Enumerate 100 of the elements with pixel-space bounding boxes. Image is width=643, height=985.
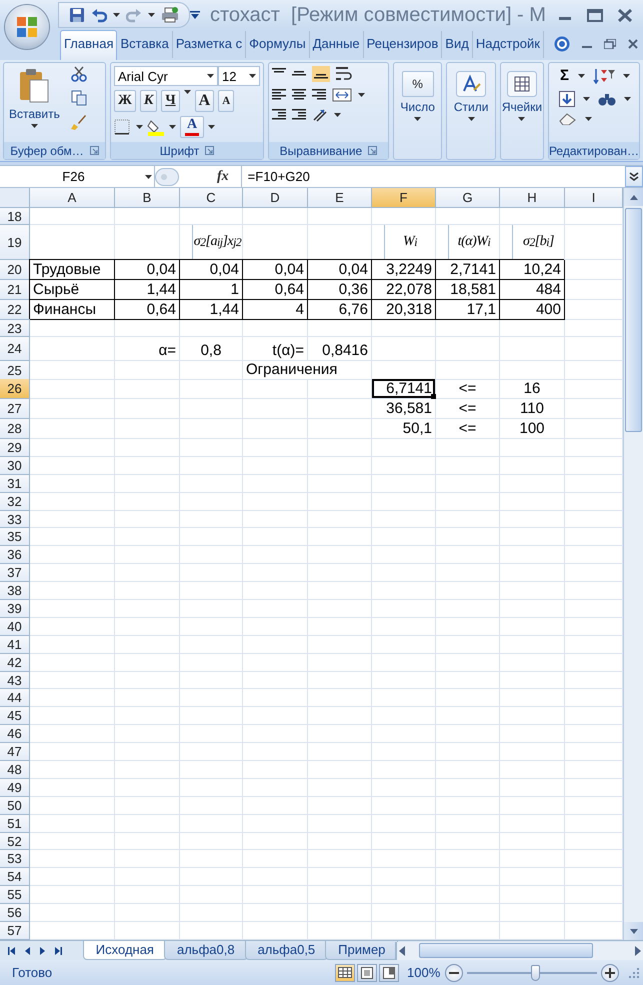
table-cell[interactable] bbox=[500, 761, 565, 779]
table-cell[interactable]: Трудовые bbox=[30, 260, 115, 280]
table-cell[interactable] bbox=[243, 399, 308, 419]
table-cell[interactable] bbox=[115, 778, 180, 797]
table-cell[interactable] bbox=[243, 761, 308, 779]
bold-button[interactable]: Ж bbox=[114, 90, 136, 112]
table-cell[interactable] bbox=[500, 208, 565, 225]
table-cell[interactable] bbox=[115, 832, 180, 850]
table-cell[interactable] bbox=[372, 868, 436, 886]
table-cell[interactable] bbox=[30, 654, 115, 672]
table-cell[interactable]: 36,581 bbox=[372, 399, 436, 419]
table-cell[interactable] bbox=[372, 582, 436, 600]
table-cell[interactable] bbox=[372, 208, 436, 225]
table-cell[interactable] bbox=[30, 492, 115, 511]
row-header[interactable]: 46 bbox=[0, 725, 30, 744]
row-header[interactable]: 33 bbox=[0, 510, 30, 528]
table-cell[interactable] bbox=[180, 618, 243, 636]
row-header[interactable]: 57 bbox=[0, 922, 30, 940]
table-cell[interactable] bbox=[243, 636, 308, 654]
table-cell[interactable] bbox=[436, 778, 500, 797]
column-header[interactable]: B bbox=[115, 188, 180, 208]
table-cell[interactable]: 1 bbox=[180, 280, 243, 300]
caret-icon[interactable] bbox=[207, 74, 214, 78]
brush-icon[interactable] bbox=[70, 114, 87, 130]
italic-button[interactable]: К bbox=[140, 90, 158, 112]
ribbon-tab[interactable]: Разметка с bbox=[172, 31, 246, 58]
table-cell[interactable] bbox=[308, 778, 372, 797]
table-cell[interactable] bbox=[308, 796, 372, 815]
table-cell[interactable] bbox=[308, 743, 372, 762]
table-cell[interactable]: Ограничения bbox=[243, 361, 372, 380]
table-cell[interactable] bbox=[115, 850, 180, 868]
row-header[interactable]: 56 bbox=[0, 904, 30, 922]
table-cell[interactable] bbox=[436, 743, 500, 762]
caret-icon[interactable] bbox=[208, 125, 216, 129]
table-cell[interactable] bbox=[500, 439, 565, 457]
table-cell[interactable] bbox=[372, 528, 436, 546]
table-cell[interactable]: 18,581 bbox=[436, 280, 500, 300]
table-cell[interactable] bbox=[500, 582, 565, 600]
table-cell[interactable]: Сырьё bbox=[30, 280, 115, 300]
table-cell[interactable] bbox=[243, 456, 308, 475]
table-cell[interactable] bbox=[115, 419, 180, 439]
decrease-indent-icon[interactable] bbox=[272, 109, 286, 121]
row-header[interactable]: 25 bbox=[0, 361, 30, 380]
row-header[interactable]: 52 bbox=[0, 832, 30, 850]
table-cell[interactable] bbox=[500, 886, 565, 904]
styles-button[interactable]: Стили bbox=[452, 69, 490, 156]
caret-icon[interactable] bbox=[518, 117, 526, 121]
last-sheet-icon[interactable] bbox=[55, 946, 62, 954]
scrollbar-thumb[interactable] bbox=[625, 208, 642, 432]
column-header[interactable]: C bbox=[180, 188, 243, 208]
row-header[interactable]: 18 bbox=[0, 208, 30, 225]
table-cell[interactable] bbox=[30, 510, 115, 528]
table-cell[interactable] bbox=[115, 689, 180, 708]
table-cell[interactable] bbox=[30, 546, 115, 564]
table-cell[interactable]: <= bbox=[436, 419, 500, 439]
redo-icon[interactable] bbox=[126, 7, 142, 23]
table-cell[interactable] bbox=[180, 868, 243, 886]
table-cell[interactable]: 0,04 bbox=[243, 260, 308, 280]
column-header[interactable]: I bbox=[565, 188, 623, 208]
table-cell[interactable] bbox=[500, 337, 565, 361]
customize-caret-icon[interactable] bbox=[190, 10, 200, 20]
table-cell[interactable] bbox=[30, 672, 115, 690]
table-cell[interactable] bbox=[30, 361, 115, 380]
table-cell[interactable] bbox=[115, 456, 180, 475]
table-cell[interactable] bbox=[115, 564, 180, 582]
table-cell[interactable] bbox=[308, 399, 372, 419]
table-cell[interactable] bbox=[243, 743, 308, 762]
table-cell[interactable] bbox=[500, 654, 565, 672]
previous-sheet-icon[interactable] bbox=[25, 946, 30, 954]
table-cell[interactable] bbox=[180, 492, 243, 511]
scroll-right-icon[interactable] bbox=[633, 946, 643, 956]
table-cell[interactable] bbox=[500, 510, 565, 528]
table-cell[interactable] bbox=[115, 208, 180, 225]
table-cell[interactable] bbox=[500, 868, 565, 886]
table-cell[interactable] bbox=[308, 208, 372, 225]
first-sheet-icon[interactable] bbox=[8, 946, 15, 954]
row-header[interactable]: 47 bbox=[0, 743, 30, 762]
table-cell[interactable] bbox=[30, 320, 115, 337]
table-cell[interactable] bbox=[115, 886, 180, 904]
table-cell[interactable] bbox=[372, 886, 436, 904]
table-cell[interactable]: 1,44 bbox=[180, 300, 243, 320]
table-cell[interactable] bbox=[180, 208, 243, 225]
column-header[interactable]: G bbox=[436, 188, 500, 208]
table-cell[interactable] bbox=[372, 618, 436, 636]
table-cell[interactable] bbox=[308, 419, 372, 439]
table-cell[interactable] bbox=[115, 868, 180, 886]
table-cell[interactable] bbox=[436, 528, 500, 546]
table-cell[interactable] bbox=[115, 904, 180, 922]
ribbon-tab[interactable]: Надстройк bbox=[472, 31, 544, 58]
table-cell[interactable] bbox=[436, 492, 500, 511]
table-cell[interactable] bbox=[308, 904, 372, 922]
table-cell[interactable] bbox=[180, 474, 243, 493]
table-cell[interactable] bbox=[180, 361, 243, 380]
caret-icon[interactable] bbox=[249, 74, 256, 78]
row-header[interactable]: 53 bbox=[0, 850, 30, 868]
table-cell[interactable] bbox=[243, 564, 308, 582]
table-cell[interactable] bbox=[180, 743, 243, 762]
table-cell[interactable] bbox=[180, 814, 243, 833]
table-cell[interactable] bbox=[180, 546, 243, 564]
help-icon[interactable] bbox=[554, 36, 570, 52]
